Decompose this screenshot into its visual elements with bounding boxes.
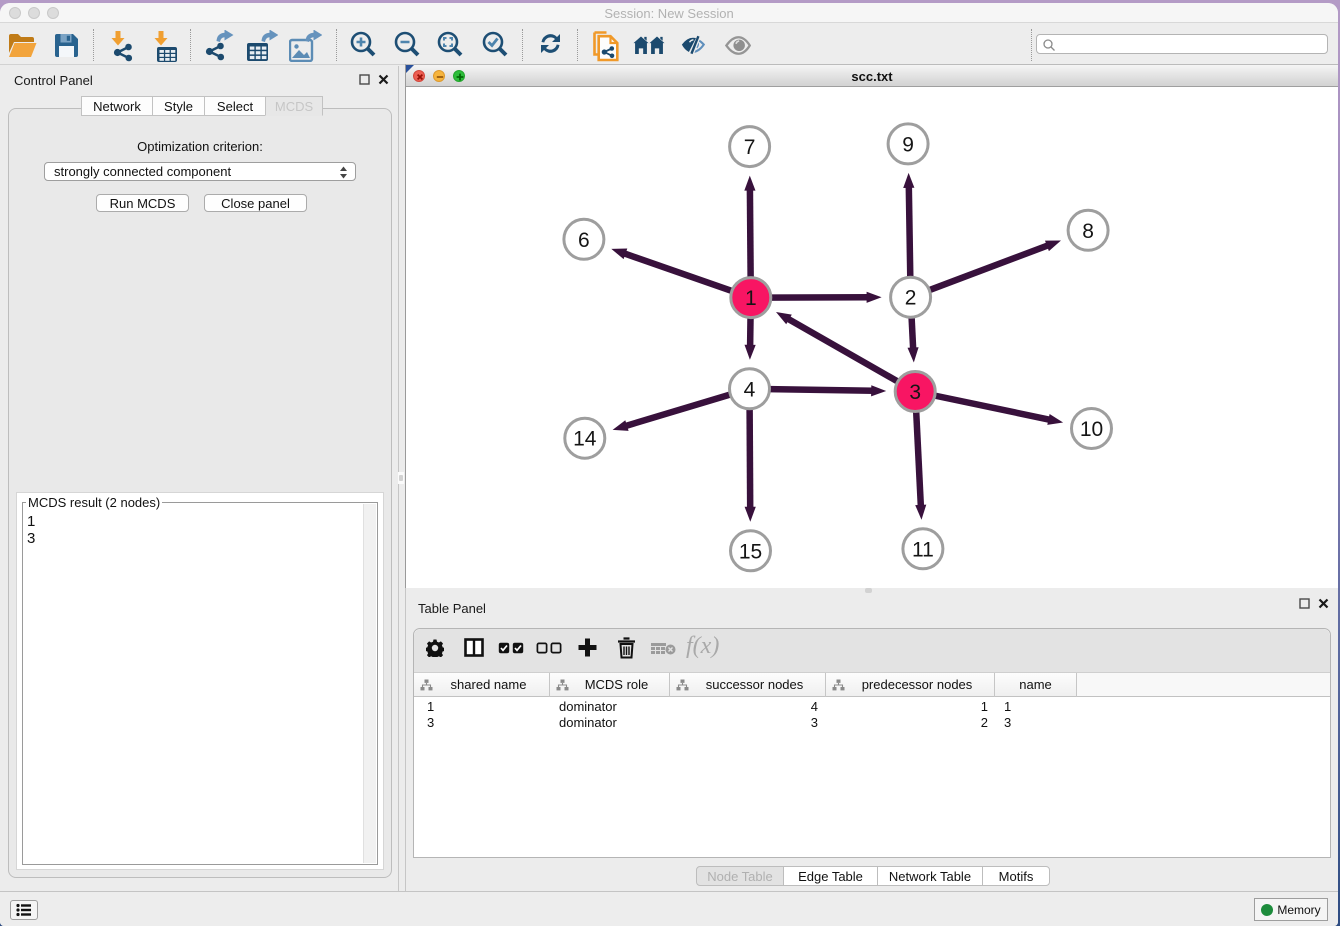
svg-text:7: 7 — [744, 136, 756, 159]
svg-text:3: 3 — [909, 381, 921, 404]
svg-text:1: 1 — [745, 287, 757, 310]
svg-text:6: 6 — [578, 229, 590, 252]
svg-text:2: 2 — [905, 287, 917, 310]
svg-text:10: 10 — [1080, 418, 1103, 441]
svg-text:11: 11 — [912, 538, 934, 561]
svg-text:9: 9 — [902, 133, 914, 156]
svg-text:14: 14 — [573, 428, 597, 451]
svg-text:8: 8 — [1082, 220, 1094, 243]
svg-text:4: 4 — [744, 378, 756, 401]
svg-text:15: 15 — [739, 540, 762, 563]
